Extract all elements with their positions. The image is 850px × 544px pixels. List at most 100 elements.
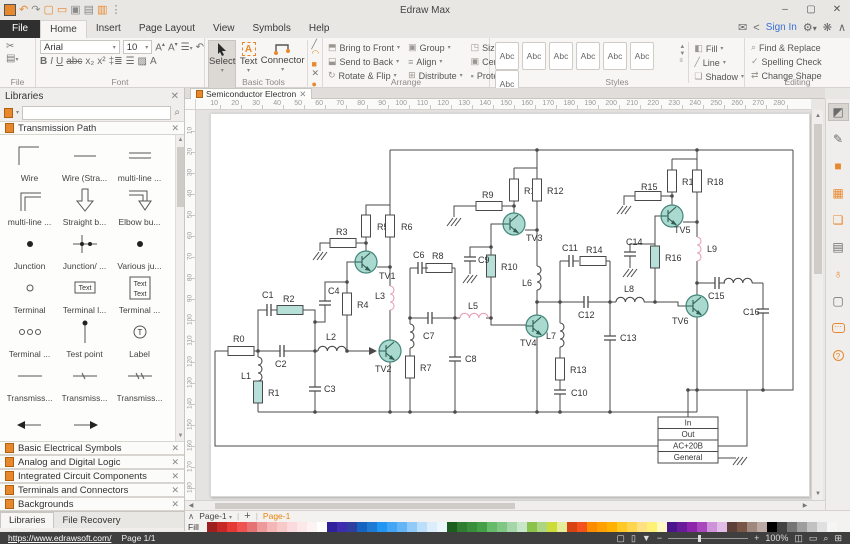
palette-swatch[interactable]	[827, 522, 837, 532]
community-icon[interactable]: ♁	[828, 265, 849, 283]
vertical-scrollbar[interactable]: ▲ ▼	[811, 110, 823, 500]
bold-icon[interactable]: B	[40, 56, 47, 67]
settings-gear-icon[interactable]: ⚙▾	[803, 21, 817, 34]
document-tab-close-icon[interactable]: ✕	[299, 89, 306, 100]
palette-swatch[interactable]	[817, 522, 827, 532]
palette-swatch[interactable]	[447, 522, 457, 532]
library-item[interactable]	[2, 403, 57, 441]
superscript-icon[interactable]: x²	[97, 56, 105, 67]
library-item-elbow-bu[interactable]: Elbow bu...	[112, 183, 167, 227]
palette-swatch[interactable]	[317, 522, 327, 532]
vertical-scroll-thumb[interactable]	[814, 124, 822, 274]
palette-swatch[interactable]	[807, 522, 817, 532]
palette-swatch[interactable]	[497, 522, 507, 532]
palette-swatch[interactable]	[697, 522, 707, 532]
palette-swatch[interactable]	[397, 522, 407, 532]
zoom-in-icon[interactable]: +	[754, 533, 759, 543]
horizontal-scroll-thumb[interactable]	[215, 503, 515, 509]
redo-icon[interactable]: ↷	[31, 3, 40, 17]
palette-swatch[interactable]	[577, 522, 587, 532]
palette-swatch[interactable]	[367, 522, 377, 532]
palette-swatch[interactable]	[487, 522, 497, 532]
library-section-terminals-and-connectors[interactable]: Terminals and Connectors✕	[0, 483, 184, 497]
palette-swatch[interactable]	[787, 522, 797, 532]
arc-shape-icon[interactable]: ◠	[312, 48, 320, 58]
library-section-transmission-path[interactable]: Transmission Path ✕	[0, 121, 184, 135]
palette-swatch[interactable]	[757, 522, 767, 532]
palette-swatch[interactable]	[357, 522, 367, 532]
palette-swatch[interactable]	[617, 522, 627, 532]
palette-swatch[interactable]	[457, 522, 467, 532]
subscript-icon[interactable]: x₂	[85, 56, 94, 67]
shapes-icon[interactable]: ❏	[828, 211, 849, 229]
palette-swatch[interactable]	[527, 522, 537, 532]
palette-swatch[interactable]	[227, 522, 237, 532]
palette-swatch[interactable]	[377, 522, 387, 532]
bullets-icon[interactable]: ☰	[126, 56, 135, 67]
edraw-logo-icon[interactable]	[4, 4, 16, 16]
library-home-icon[interactable]	[4, 108, 13, 118]
palette-swatch[interactable]	[687, 522, 697, 532]
underline-icon[interactable]: U	[56, 56, 63, 67]
comment-icon[interactable]: ⋯	[828, 319, 849, 337]
library-section-basic-electrical-symbols[interactable]: Basic Electrical Symbols✕	[0, 441, 184, 455]
fill-button[interactable]: ◧Fill▾	[694, 42, 744, 55]
file-menu-button[interactable]: File	[0, 20, 40, 38]
clear-format-icon[interactable]: ↶	[196, 42, 204, 53]
palette-swatch[interactable]	[247, 522, 257, 532]
edrawsoft-link[interactable]: https://www.edrawsoft.com/	[8, 533, 111, 543]
magnifier-icon[interactable]: ⌕	[823, 533, 828, 544]
more-icon[interactable]: ⋮	[110, 3, 121, 17]
library-item-terminal[interactable]: Terminal ...	[2, 315, 57, 359]
library-scrollbar[interactable]: ▲▼	[175, 135, 184, 441]
library-item-terminal[interactable]: Terminal	[2, 271, 57, 315]
palette-swatch[interactable]	[277, 522, 287, 532]
page-tab[interactable]: Page-1	[263, 511, 290, 521]
palette-swatch[interactable]	[237, 522, 247, 532]
palette-swatch[interactable]	[477, 522, 487, 532]
open-icon[interactable]: ▭	[57, 3, 67, 17]
style-swatch[interactable]: Abc	[576, 42, 600, 70]
print-icon[interactable]: ▤	[84, 3, 94, 17]
draft-icon[interactable]: ▢	[828, 292, 849, 310]
library-item-junction[interactable]: Junction/ ...	[57, 227, 112, 271]
library-item[interactable]	[57, 403, 112, 441]
align-icon[interactable]: ☰▾	[181, 42, 193, 53]
palette-swatch[interactable]	[677, 522, 687, 532]
zoom-level[interactable]: 100%	[765, 533, 788, 543]
highlight-icon[interactable]: ▨	[138, 56, 147, 67]
palette-swatch[interactable]	[797, 522, 807, 532]
arrange-group[interactable]: ▣Group▾	[408, 41, 463, 54]
editing-spelling-check[interactable]: ✓Spelling Check	[751, 55, 850, 68]
library-section-backgrounds[interactable]: Backgrounds✕	[0, 497, 184, 511]
image-icon[interactable]: ▦	[828, 184, 849, 202]
palette-swatch[interactable]	[437, 522, 447, 532]
strikethrough-icon[interactable]: abc	[66, 56, 82, 67]
palette-swatch[interactable]	[297, 522, 307, 532]
style-gallery-scroll[interactable]: ▲▼≡	[678, 42, 688, 64]
minimize-button[interactable]: –	[772, 0, 798, 20]
italic-icon[interactable]: I	[50, 56, 53, 67]
section-close-icon[interactable]: ✕	[171, 499, 179, 510]
palette-swatch[interactable]	[267, 522, 277, 532]
section-close-icon[interactable]: ✕	[171, 123, 179, 134]
library-item-wire-stra[interactable]: Wire (Stra...	[57, 139, 112, 183]
library-item-junction[interactable]: Junction	[2, 227, 57, 271]
panel-tab-libraries[interactable]: Libraries	[0, 512, 54, 528]
notes-icon[interactable]: ▤	[828, 238, 849, 256]
style-swatch[interactable]: Abc	[495, 42, 519, 70]
library-item-terminal-l[interactable]: TextTerminal l...	[57, 271, 112, 315]
menu-tab-symbols[interactable]: Symbols	[244, 20, 300, 38]
fit-width-icon[interactable]: ▭	[809, 533, 818, 544]
sign-in-link[interactable]: Sign In	[766, 22, 797, 33]
fill-color-icon[interactable]: ■	[828, 157, 849, 175]
horizontal-scrollbar[interactable]: ◀ ▶	[185, 500, 825, 510]
palette-swatch[interactable]	[417, 522, 427, 532]
library-search-input[interactable]	[22, 106, 171, 120]
library-item-label[interactable]: TLabel	[112, 315, 167, 359]
palette-swatch[interactable]	[327, 522, 337, 532]
palette-swatch[interactable]	[717, 522, 727, 532]
theme-icon[interactable]: ◩	[828, 103, 849, 121]
zoom-slider[interactable]	[668, 538, 748, 539]
menu-tab-view[interactable]: View	[204, 20, 244, 38]
